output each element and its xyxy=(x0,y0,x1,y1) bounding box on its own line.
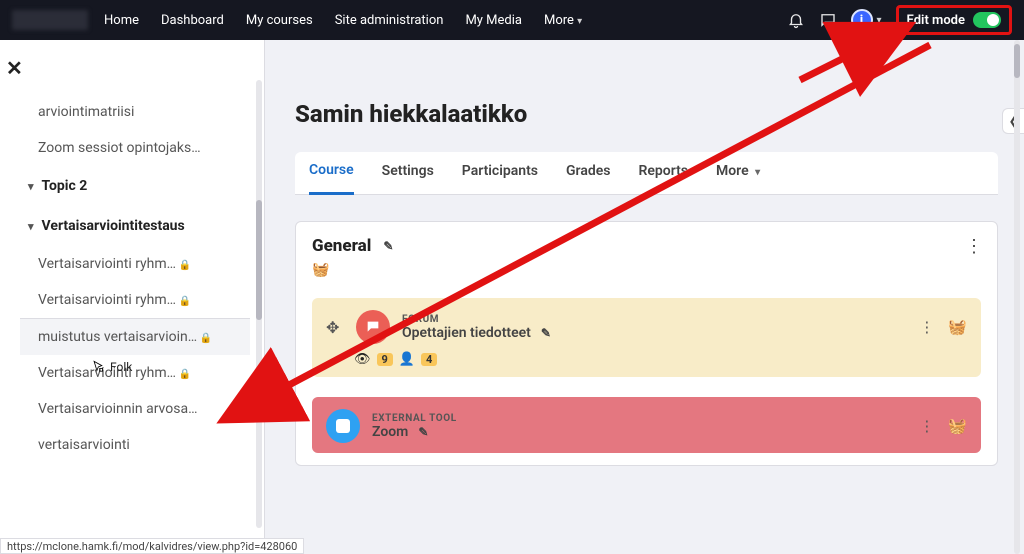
chevron-down-icon: ▾ xyxy=(28,180,34,193)
activity-title-text: Zoom xyxy=(372,424,408,440)
activity-type-label: FORUM xyxy=(402,314,551,325)
brand-logo xyxy=(12,10,88,30)
nav-link-mymedia[interactable]: My Media xyxy=(465,13,522,28)
edit-icon[interactable]: ✎ xyxy=(383,239,393,253)
views-badge: 9 xyxy=(377,353,393,366)
bell-icon[interactable] xyxy=(787,11,805,29)
chevron-down-icon: ▾ xyxy=(577,16,582,27)
activity-title-text: Opettajien tiedotteet xyxy=(402,325,531,341)
nav-link-home[interactable]: Home xyxy=(104,13,139,28)
activity-title[interactable]: Opettajien tiedotteet ✎ xyxy=(402,325,551,341)
basket-icon[interactable]: 🧺 xyxy=(948,318,967,336)
chevron-down-icon: ▾ xyxy=(28,220,34,233)
nav-links: Home Dashboard My courses Site administr… xyxy=(104,13,582,28)
course-index-sidebar: ✕ arviointimatriisi Zoom sessiot opintoj… xyxy=(0,40,265,538)
activity-menu-button[interactable]: ⋮ xyxy=(919,417,934,435)
page-scrollbar[interactable] xyxy=(1014,40,1020,554)
user-menu[interactable]: i ▾ xyxy=(851,9,882,31)
section-heading: General ✎ xyxy=(312,236,981,256)
activity-type-label: EXTERNAL TOOL xyxy=(372,413,457,424)
close-icon[interactable]: ✕ xyxy=(6,56,23,80)
course-main: Samin hiekkalaatikko Course Settings Par… xyxy=(265,40,1024,538)
edit-icon[interactable]: ✎ xyxy=(418,425,428,439)
sidebar-item-vertais-2[interactable]: Vertaisarviointi ryhm… xyxy=(20,282,250,318)
sidebar-item-vertais-3[interactable]: Vertaisarviointi ryhm… xyxy=(20,355,250,391)
nav-link-mycourses[interactable]: My courses xyxy=(246,13,313,28)
nav-icons: i ▾ Edit mode xyxy=(787,5,1013,35)
members-badge: 4 xyxy=(421,353,437,366)
section-menu-button[interactable]: ⋮ xyxy=(965,236,983,257)
activity-menu-button[interactable]: ⋮ xyxy=(919,318,934,336)
person-icon: 👤 xyxy=(399,352,415,367)
nav-link-siteadmin[interactable]: Site administration xyxy=(335,13,444,28)
course-tabs: Course Settings Participants Grades Repo… xyxy=(295,152,998,195)
activity-title[interactable]: Zoom ✎ xyxy=(372,424,457,440)
tab-more-label: More xyxy=(716,163,749,179)
browser-statusbar: https://mclone.hamk.fi/mod/kalvidres/vie… xyxy=(0,538,304,554)
chevron-down-icon: ▾ xyxy=(877,15,882,26)
top-navbar: Home Dashboard My courses Site administr… xyxy=(0,0,1024,40)
page-title: Samin hiekkalaatikko xyxy=(295,100,998,128)
basket-icon[interactable]: 🧺 xyxy=(312,262,981,278)
sidebar-section-vertaisarviointitestaus[interactable]: ▾ Vertaisarviointitestaus xyxy=(20,206,250,246)
nav-link-more[interactable]: More ▾ xyxy=(544,13,582,28)
sidebar-scrollbar[interactable] xyxy=(256,80,262,528)
forum-icon xyxy=(356,310,390,344)
section-title: General xyxy=(312,236,371,256)
external-tool-icon xyxy=(326,409,360,443)
tab-participants[interactable]: Participants xyxy=(462,163,538,193)
open-drawer-button[interactable]: ❮ xyxy=(1002,108,1024,134)
sidebar-section-topic2-label: Topic 2 xyxy=(42,178,88,194)
sidebar-list: arviointimatriisi Zoom sessiot opintojak… xyxy=(0,94,264,463)
tab-more[interactable]: More ▾ xyxy=(716,163,760,193)
tab-reports[interactable]: Reports xyxy=(638,163,688,193)
sidebar-item-vertaisarviointi[interactable]: vertaisarviointi xyxy=(20,427,250,463)
edit-icon[interactable]: ✎ xyxy=(541,326,551,340)
nav-link-dashboard[interactable]: Dashboard xyxy=(161,13,224,28)
sidebar-item-arviointimatriisi[interactable]: arviointimatriisi xyxy=(20,94,250,130)
chat-icon[interactable] xyxy=(819,11,837,29)
sidebar-section-topic2[interactable]: ▾ Topic 2 xyxy=(20,166,250,206)
eye-icon: 👁 xyxy=(354,352,371,367)
scrollbar-thumb[interactable] xyxy=(1014,44,1020,78)
drag-handle-icon[interactable]: ✥ xyxy=(326,318,344,337)
sidebar-item-vertais-1[interactable]: Vertaisarviointi ryhm… xyxy=(20,246,250,282)
activity-forum: ✥ FORUM Opettajien tiedotteet ✎ ⋮ 🧺 xyxy=(312,298,981,377)
scrollbar-thumb[interactable] xyxy=(256,200,262,320)
basket-icon[interactable]: 🧺 xyxy=(948,417,967,435)
tab-course[interactable]: Course xyxy=(309,162,354,195)
chevron-down-icon: ▾ xyxy=(755,167,760,178)
edit-mode-label: Edit mode xyxy=(907,13,965,28)
avatar-icon: i xyxy=(851,9,873,31)
section-card: General ✎ 🧺 ⋮ ✥ FORUM Opettajien tiedott… xyxy=(295,221,998,466)
tab-settings[interactable]: Settings xyxy=(382,163,434,193)
sidebar-item-zoom-sessiot[interactable]: Zoom sessiot opintojaks… xyxy=(20,130,250,166)
activity-badges: 👁 9 👤 4 xyxy=(326,352,967,367)
toggle-on-icon xyxy=(973,12,1001,28)
sidebar-section-vertais-label: Vertaisarviointitestaus xyxy=(42,218,185,234)
sidebar-item-arvosa[interactable]: Vertaisarvioinnin arvosa… xyxy=(20,391,250,427)
nav-link-more-label: More xyxy=(544,13,574,28)
activity-external-tool: EXTERNAL TOOL Zoom ✎ ⋮ 🧺 xyxy=(312,397,981,453)
tab-grades[interactable]: Grades xyxy=(566,163,610,193)
edit-mode-toggle[interactable]: Edit mode xyxy=(896,5,1012,35)
sidebar-item-muistutus[interactable]: muistutus vertaisarvioin… xyxy=(20,319,250,355)
